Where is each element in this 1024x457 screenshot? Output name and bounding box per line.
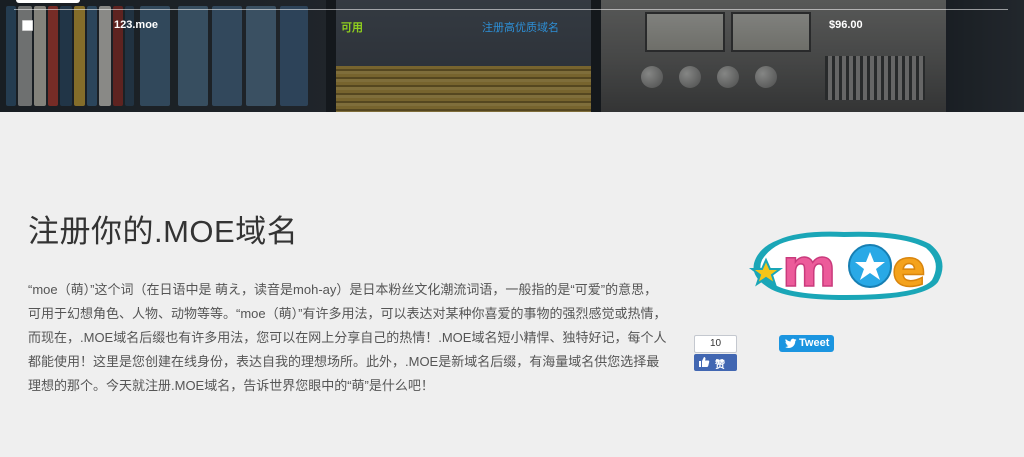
facebook-like-button[interactable]: 赞 (694, 354, 737, 371)
svg-text:m: m (782, 239, 836, 299)
page-title: 注册你的.MOE域名 (28, 214, 299, 249)
domain-status: 可用 (341, 22, 363, 34)
tweet-label: Tweet (799, 337, 830, 349)
twitter-bird-icon (785, 338, 797, 348)
thumbs-up-icon (699, 357, 710, 367)
svg-text:e: e (892, 240, 926, 298)
hero-banner: 123.moe 可用 注册高优质域名 $96.00 (0, 0, 1024, 112)
facebook-like-count: 10 (694, 335, 737, 353)
hero-divider-line (14, 9, 1008, 10)
domain-result-row: 123.moe 可用 注册高优质域名 $96.00 (0, 14, 1024, 38)
register-premium-domain-link[interactable]: 注册高优质域名 (482, 19, 559, 35)
facebook-like-widget: 10 赞 (694, 335, 737, 371)
moe-logo: m e (749, 231, 943, 300)
tweet-button[interactable]: Tweet (779, 335, 834, 352)
domain-select-checkbox[interactable] (22, 20, 33, 31)
domain-price: $96.00 (829, 19, 863, 31)
hero-tab-indicator (16, 0, 80, 3)
domain-name: 123.moe (114, 19, 159, 31)
facebook-like-label: 赞 (715, 360, 725, 371)
moe-description: “moe（萌）”这个词（在日语中是 萌え，读音是moh-ay）是日本粉丝文化潮流… (28, 282, 667, 393)
